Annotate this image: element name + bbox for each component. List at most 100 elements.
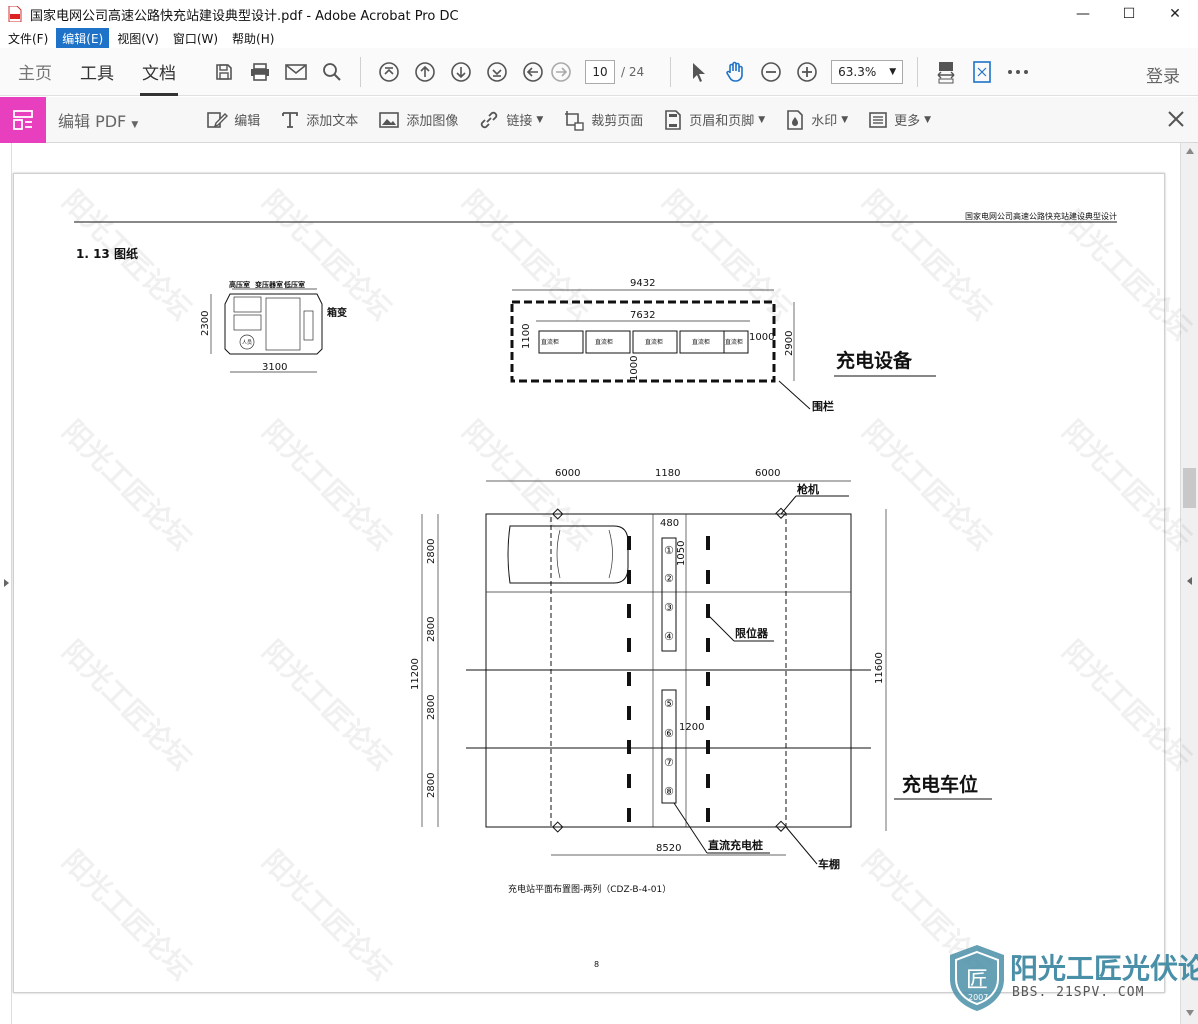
dim-6000-right: 6000: [755, 468, 780, 479]
charger-5: ⑤: [664, 697, 674, 710]
page-header-text: 国家电网公司高速公路快充站建设典型设计: [965, 211, 1117, 221]
dim-6000-left: 6000: [555, 468, 580, 479]
next-page-icon[interactable]: [443, 54, 479, 90]
dim-total-right: 11600: [874, 652, 885, 684]
forward-icon[interactable]: [543, 54, 579, 90]
hv-room-label: 高压室: [229, 280, 250, 289]
transformer-room-label: 变压器室: [255, 280, 283, 289]
dc-charging-pile-label: 直流充电桩: [708, 838, 763, 852]
edit-pdf-tool-icon: [0, 96, 46, 143]
chevron-down-icon: ▼: [841, 114, 849, 125]
login-button[interactable]: 登录: [1146, 62, 1180, 87]
email-icon[interactable]: [278, 54, 314, 90]
drawing-caption: 充电站平面布置图-两列（CDZ-B-4-01）: [508, 883, 671, 895]
charging-equipment-title: 充电设备: [836, 349, 913, 372]
charger-6: ⑥: [664, 727, 674, 740]
add-text-button[interactable]: 添加文本: [280, 110, 358, 130]
inner-width-dim: 7632: [630, 310, 655, 321]
search-icon[interactable]: [314, 54, 350, 90]
edit-tool-label: 编辑: [234, 114, 261, 129]
outer-width-dim: 9432: [630, 278, 655, 289]
charger-2: ②: [664, 572, 674, 585]
chevron-down-icon: ▼: [131, 119, 139, 130]
equipment-label: 直流柜: [725, 338, 743, 346]
crop-page-label: 裁剪页面: [591, 114, 644, 129]
more-options-icon[interactable]: [1000, 54, 1036, 90]
more-button[interactable]: 更多 ▼: [868, 110, 931, 129]
charging-spaces-title: 充电车位: [902, 773, 978, 796]
add-image-button[interactable]: 添加图像: [378, 110, 458, 130]
edit-tool-button[interactable]: 编辑: [206, 109, 260, 131]
menu-bar: 文件(F) 编辑(E) 视图(V) 窗口(W) 帮助(H): [0, 27, 1198, 49]
personnel-label: 人员: [242, 340, 252, 346]
last-page-icon[interactable]: [479, 54, 515, 90]
crop-page-button[interactable]: 裁剪页面: [563, 109, 643, 131]
close-icon[interactable]: [1164, 107, 1188, 131]
select-cursor-icon[interactable]: [681, 54, 717, 90]
tab-home[interactable]: 主页: [4, 48, 66, 96]
dim-left-1: 2800: [426, 539, 437, 564]
fit-page-icon[interactable]: [928, 54, 964, 90]
menu-help[interactable]: 帮助(H): [226, 28, 280, 49]
window-title: 国家电网公司高速公路快充站建设典型设计.pdf - Adobe Acrobat …: [30, 8, 459, 24]
vertical-scrollbar[interactable]: [1180, 143, 1198, 1024]
zoom-select[interactable]: 63.3% ▼: [831, 59, 904, 84]
menu-edit[interactable]: 编辑(E): [56, 27, 110, 49]
more-label: 更多: [894, 114, 921, 129]
save-icon[interactable]: [206, 54, 242, 90]
menu-window[interactable]: 窗口(W): [167, 28, 224, 49]
header-footer-button[interactable]: 页眉和页脚 ▼: [663, 109, 765, 131]
tab-tools[interactable]: 工具: [66, 48, 128, 96]
link-label: 链接: [506, 114, 533, 129]
zoom-out-icon[interactable]: [753, 54, 789, 90]
canopy-label: 车棚: [818, 857, 840, 871]
print-icon[interactable]: [242, 54, 278, 90]
edit-pdf-title[interactable]: 编辑 PDF ▼: [58, 108, 138, 132]
inner-height-dim: 1100: [521, 324, 532, 349]
menu-view[interactable]: 视图(V): [111, 28, 165, 49]
chevron-down-icon: ▼: [758, 114, 766, 125]
scrollbar-thumb[interactable]: [1183, 468, 1196, 508]
previous-page-icon[interactable]: [407, 54, 443, 90]
charger-7: ⑦: [664, 756, 674, 769]
page-number-input[interactable]: 10: [585, 59, 615, 84]
dim-left-2: 2800: [426, 617, 437, 642]
full-screen-icon[interactable]: [964, 54, 1000, 90]
toolbar-divider: [917, 56, 919, 87]
equipment-label: 直流柜: [595, 338, 613, 346]
chevron-down-icon: ▼: [889, 66, 897, 77]
scroll-up-icon[interactable]: [1185, 147, 1195, 155]
charger-1: ①: [664, 544, 674, 557]
left-panel-toggle[interactable]: [0, 143, 12, 1024]
dim-1050: 1050: [676, 541, 687, 566]
box-width-dim: 3100: [262, 362, 287, 373]
link-button[interactable]: 链接 ▼: [478, 109, 543, 131]
expand-left-icon[interactable]: [3, 578, 11, 588]
svg-text:匠: 匠: [966, 968, 988, 993]
equipment-label: 直流柜: [645, 338, 663, 346]
toolbar-divider: [360, 56, 361, 87]
minimize-button[interactable]: —: [1060, 0, 1106, 28]
maximize-button[interactable]: ☐: [1106, 0, 1152, 28]
hand-tool-icon[interactable]: [717, 54, 753, 90]
watermark-label: 水印: [811, 114, 838, 129]
add-text-label: 添加文本: [306, 114, 359, 129]
limiter-label: 限位器: [735, 626, 769, 640]
menu-file[interactable]: 文件(F): [2, 28, 54, 49]
expand-right-icon[interactable]: [1185, 576, 1193, 586]
watermark-button[interactable]: 水印 ▼: [785, 109, 848, 131]
tab-document[interactable]: 文档: [128, 48, 190, 96]
equipment-label: 直流柜: [541, 338, 559, 346]
dim-bottom: 8520: [656, 843, 681, 854]
close-window-button[interactable]: ✕: [1152, 0, 1198, 28]
box-height-dim: 2300: [200, 311, 211, 336]
pdf-page: 阳光工匠论坛 阳光工匠论坛 阳光工匠论坛 阳光工匠论坛 阳光工匠论坛 阳光工匠论…: [13, 173, 1198, 993]
title-bar: 国家电网公司高速公路快充站建设典型设计.pdf - Adobe Acrobat …: [0, 0, 1198, 28]
shield-icon: 匠: [950, 945, 1004, 1011]
zoom-in-icon[interactable]: [789, 54, 825, 90]
fence-label: 围栏: [812, 399, 834, 413]
first-page-icon[interactable]: [371, 54, 407, 90]
brand-year: 2007: [968, 993, 989, 1002]
charger-3: ③: [664, 601, 674, 614]
edit-pdf-toolbar: 编辑 PDF ▼ 编辑 添加文本 添加图像 链接 ▼ 裁剪页面 页眉和页脚 ▼ 水印…: [0, 96, 1198, 143]
